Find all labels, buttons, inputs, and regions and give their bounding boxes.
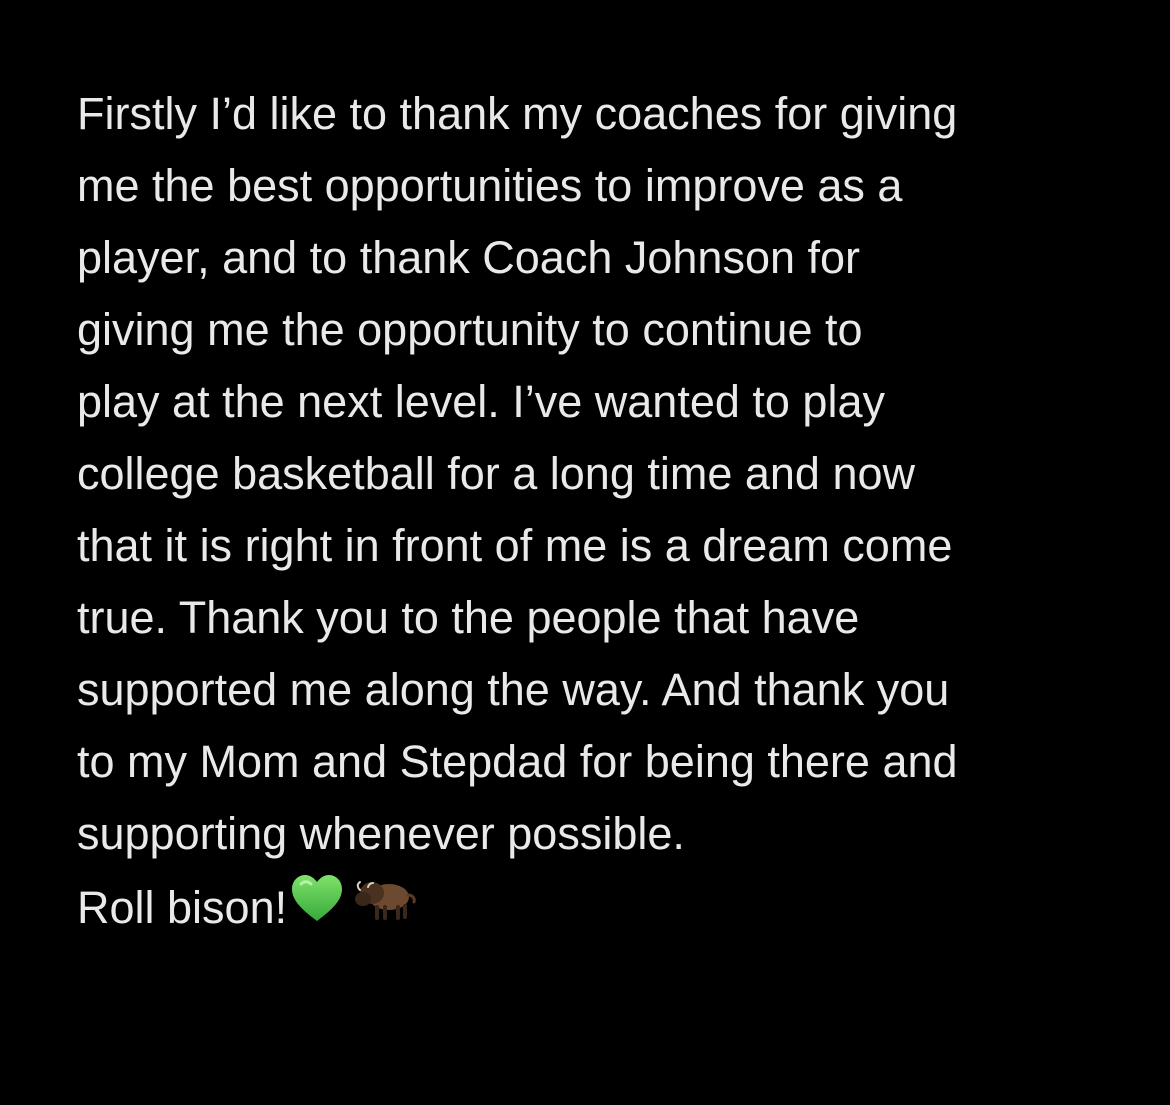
note-line: supporting whenever possible. <box>77 808 685 859</box>
note-text-body[interactable]: Firstly I’d like to thank my coaches for… <box>77 78 1137 945</box>
note-line: that it is right in front of me is a dre… <box>77 520 953 571</box>
note-line: player, and to thank Coach Johnson for <box>77 232 861 283</box>
note-line: play at the next level. I’ve wanted to p… <box>77 376 885 427</box>
note-screen: Firstly I’d like to thank my coaches for… <box>0 0 1170 1105</box>
bison-icon <box>345 871 417 944</box>
note-line: Firstly I’d like to thank my coaches for… <box>77 88 958 139</box>
sign-off-line: Roll bison! <box>77 870 1137 945</box>
note-line: giving me the opportunity to continue to <box>77 304 863 355</box>
note-line: college basketball for a long time and n… <box>77 448 916 499</box>
sign-off-text: Roll bison! <box>77 881 288 933</box>
note-line: to my Mom and Stepdad for being there an… <box>77 736 958 787</box>
note-line: true. Thank you to the people that have <box>77 592 860 643</box>
note-line: supported me along the way. And thank yo… <box>77 664 950 715</box>
green-heart-icon <box>287 870 345 945</box>
note-line: me the best opportunities to improve as … <box>77 160 903 211</box>
